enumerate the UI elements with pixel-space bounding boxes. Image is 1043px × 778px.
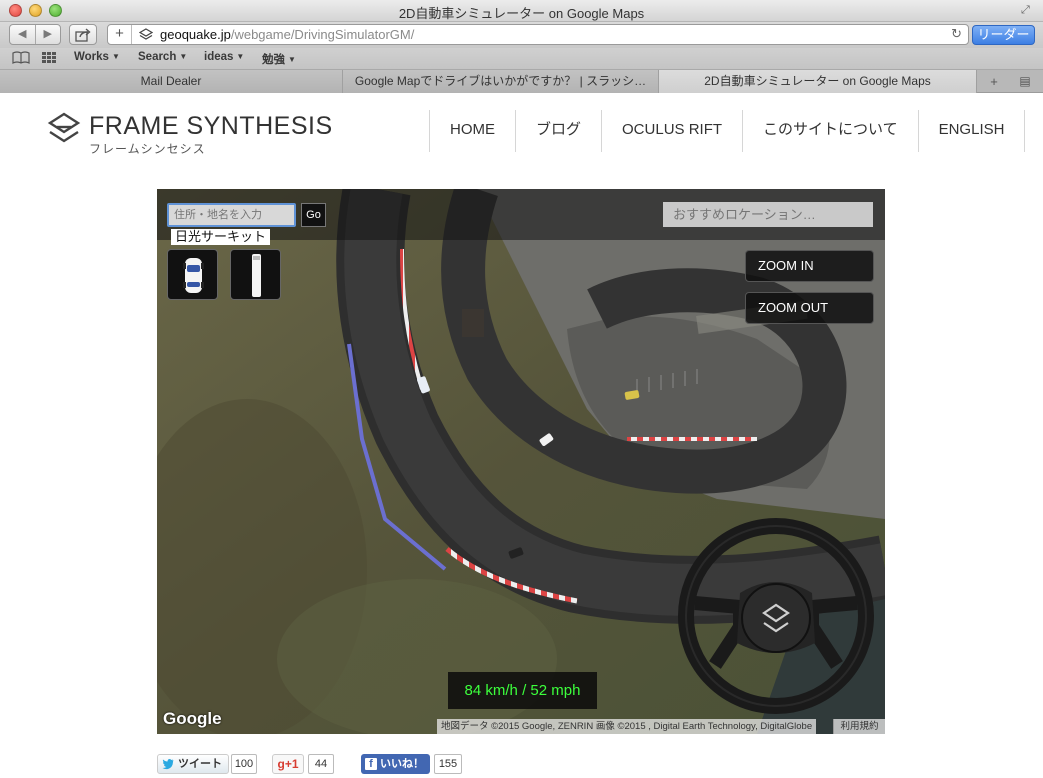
tab-overview-icon[interactable]: ▤	[1012, 72, 1038, 91]
tweet-button[interactable]: ツイート	[157, 754, 229, 774]
location-name-label: 日光サーキット	[171, 229, 271, 245]
browser-toolbar: ◀ ▶ + geoquake.jp/webgame/DrivingSimulat…	[0, 22, 1043, 48]
chevron-down-icon: ▼	[288, 55, 296, 64]
sedan-car-icon	[183, 258, 204, 293]
zoom-out-button[interactable]: ZOOM OUT	[745, 292, 874, 324]
recommended-location-select[interactable]	[663, 202, 873, 227]
tweet-label: ツイート	[178, 758, 222, 770]
url-host: geoquake.jp	[160, 27, 231, 42]
top-sites-icon[interactable]	[41, 51, 57, 67]
window-title: 2D自動車シミュレーター on Google Maps	[398, 6, 645, 21]
car-select-sedan-button[interactable]	[167, 249, 218, 300]
bookmarks-bar: Works ▼ Search ▼ ideas ▼ 勉強 ▼	[0, 48, 1043, 70]
back-button[interactable]: ◀	[10, 25, 35, 44]
tab-mail-dealer[interactable]: Mail Dealer	[0, 70, 343, 93]
game-map[interactable]: Go 日光サーキット ZOOM IN ZOOM OUT 84 km/h / 52…	[157, 189, 885, 734]
nav-blog[interactable]: ブログ	[516, 110, 603, 152]
url-path: /webgame/DrivingSimulatorGM/	[230, 27, 415, 42]
bus-icon	[252, 254, 261, 297]
address-search-input[interactable]	[167, 203, 296, 227]
tab-bar: Mail Dealer Google Mapでドライブはいかがですか？ | スラ…	[0, 70, 1043, 93]
frame-synthesis-logo-icon	[47, 112, 81, 143]
google-logo: Google	[163, 709, 222, 728]
bookmark-folder-study[interactable]: 勉強 ▼	[262, 51, 296, 67]
terms-link[interactable]: 利用規約	[833, 719, 885, 734]
bookmark-folder-works[interactable]: Works ▼	[74, 51, 120, 63]
tab-google-map-drive[interactable]: Google Mapでドライブはいかがですか？ | スラッシ…	[343, 70, 659, 93]
speedometer-readout: 84 km/h / 52 mph	[448, 672, 597, 709]
chevron-down-icon: ▼	[236, 52, 245, 61]
facebook-like-button[interactable]: f いいね！	[361, 754, 430, 774]
site-main-nav: HOME ブログ OCULUS RIFT このサイトについて ENGLISH	[429, 110, 1026, 152]
reload-icon[interactable]: ↻	[951, 26, 962, 42]
tweet-count: 100	[231, 754, 257, 774]
new-tab-button[interactable]: +	[982, 72, 1006, 91]
bookmark-label: Works	[74, 51, 109, 63]
facebook-icon: f	[365, 758, 377, 770]
like-label: いいね！	[380, 758, 424, 770]
site-logo-subtitle: フレームシンセシス	[89, 142, 206, 156]
site-logo-text: FRAME SYNTHESIS	[89, 112, 333, 140]
reader-button[interactable]: リーダー	[972, 25, 1035, 45]
bookmark-label: Search	[138, 51, 177, 63]
zoom-in-button[interactable]: ZOOM IN	[745, 250, 874, 282]
url-text: geoquake.jp/webgame/DrivingSimulatorGM/	[160, 27, 414, 43]
history-nav: ◀ ▶	[9, 24, 61, 45]
nav-about[interactable]: このサイトについて	[743, 110, 919, 152]
forward-button[interactable]: ▶	[34, 25, 61, 44]
chevron-down-icon: ▼	[179, 52, 188, 61]
google-plus-button[interactable]: g+1	[272, 754, 304, 774]
nav-oculus-rift[interactable]: OCULUS RIFT	[602, 110, 744, 152]
share-button[interactable]	[69, 24, 97, 45]
bookmark-folder-ideas[interactable]: ideas ▼	[204, 51, 244, 63]
go-button[interactable]: Go	[301, 203, 326, 227]
nav-home[interactable]: HOME	[430, 110, 516, 152]
share-icon	[75, 28, 91, 42]
bookmark-folder-search[interactable]: Search ▼	[138, 51, 187, 63]
reading-list-icon[interactable]	[12, 51, 30, 67]
address-bar[interactable]: + geoquake.jp/webgame/DrivingSimulatorGM…	[107, 24, 969, 45]
twitter-bird-icon	[162, 759, 174, 770]
tab-driving-simulator[interactable]: 2D自動車シミュレーター on Google Maps	[659, 70, 977, 93]
add-bookmark-button[interactable]: +	[108, 25, 132, 44]
bookmark-label: 勉強	[262, 54, 285, 66]
window-titlebar: 2D自動車シミュレーター on Google Maps ⤢	[0, 0, 1043, 22]
map-attribution: 地図データ ©2015 Google, ZENRIN 画像 ©2015 , Di…	[437, 719, 817, 734]
web-page: FRAME SYNTHESIS フレームシンセシス HOME ブログ OCULU…	[0, 94, 1043, 778]
car-select-bus-button[interactable]	[230, 249, 281, 300]
google-plus-count: 44	[308, 754, 334, 774]
facebook-like-count: 155	[434, 754, 462, 774]
site-logo[interactable]: FRAME SYNTHESIS フレームシンセシス	[46, 108, 336, 156]
site-favicon-icon	[139, 28, 153, 40]
fullscreen-icon[interactable]: ⤢	[1021, 4, 1033, 16]
chevron-down-icon: ▼	[111, 52, 120, 61]
bookmark-label: ideas	[204, 51, 234, 63]
nav-english[interactable]: ENGLISH	[919, 110, 1026, 152]
steering-wheel-icon[interactable]	[675, 515, 877, 717]
